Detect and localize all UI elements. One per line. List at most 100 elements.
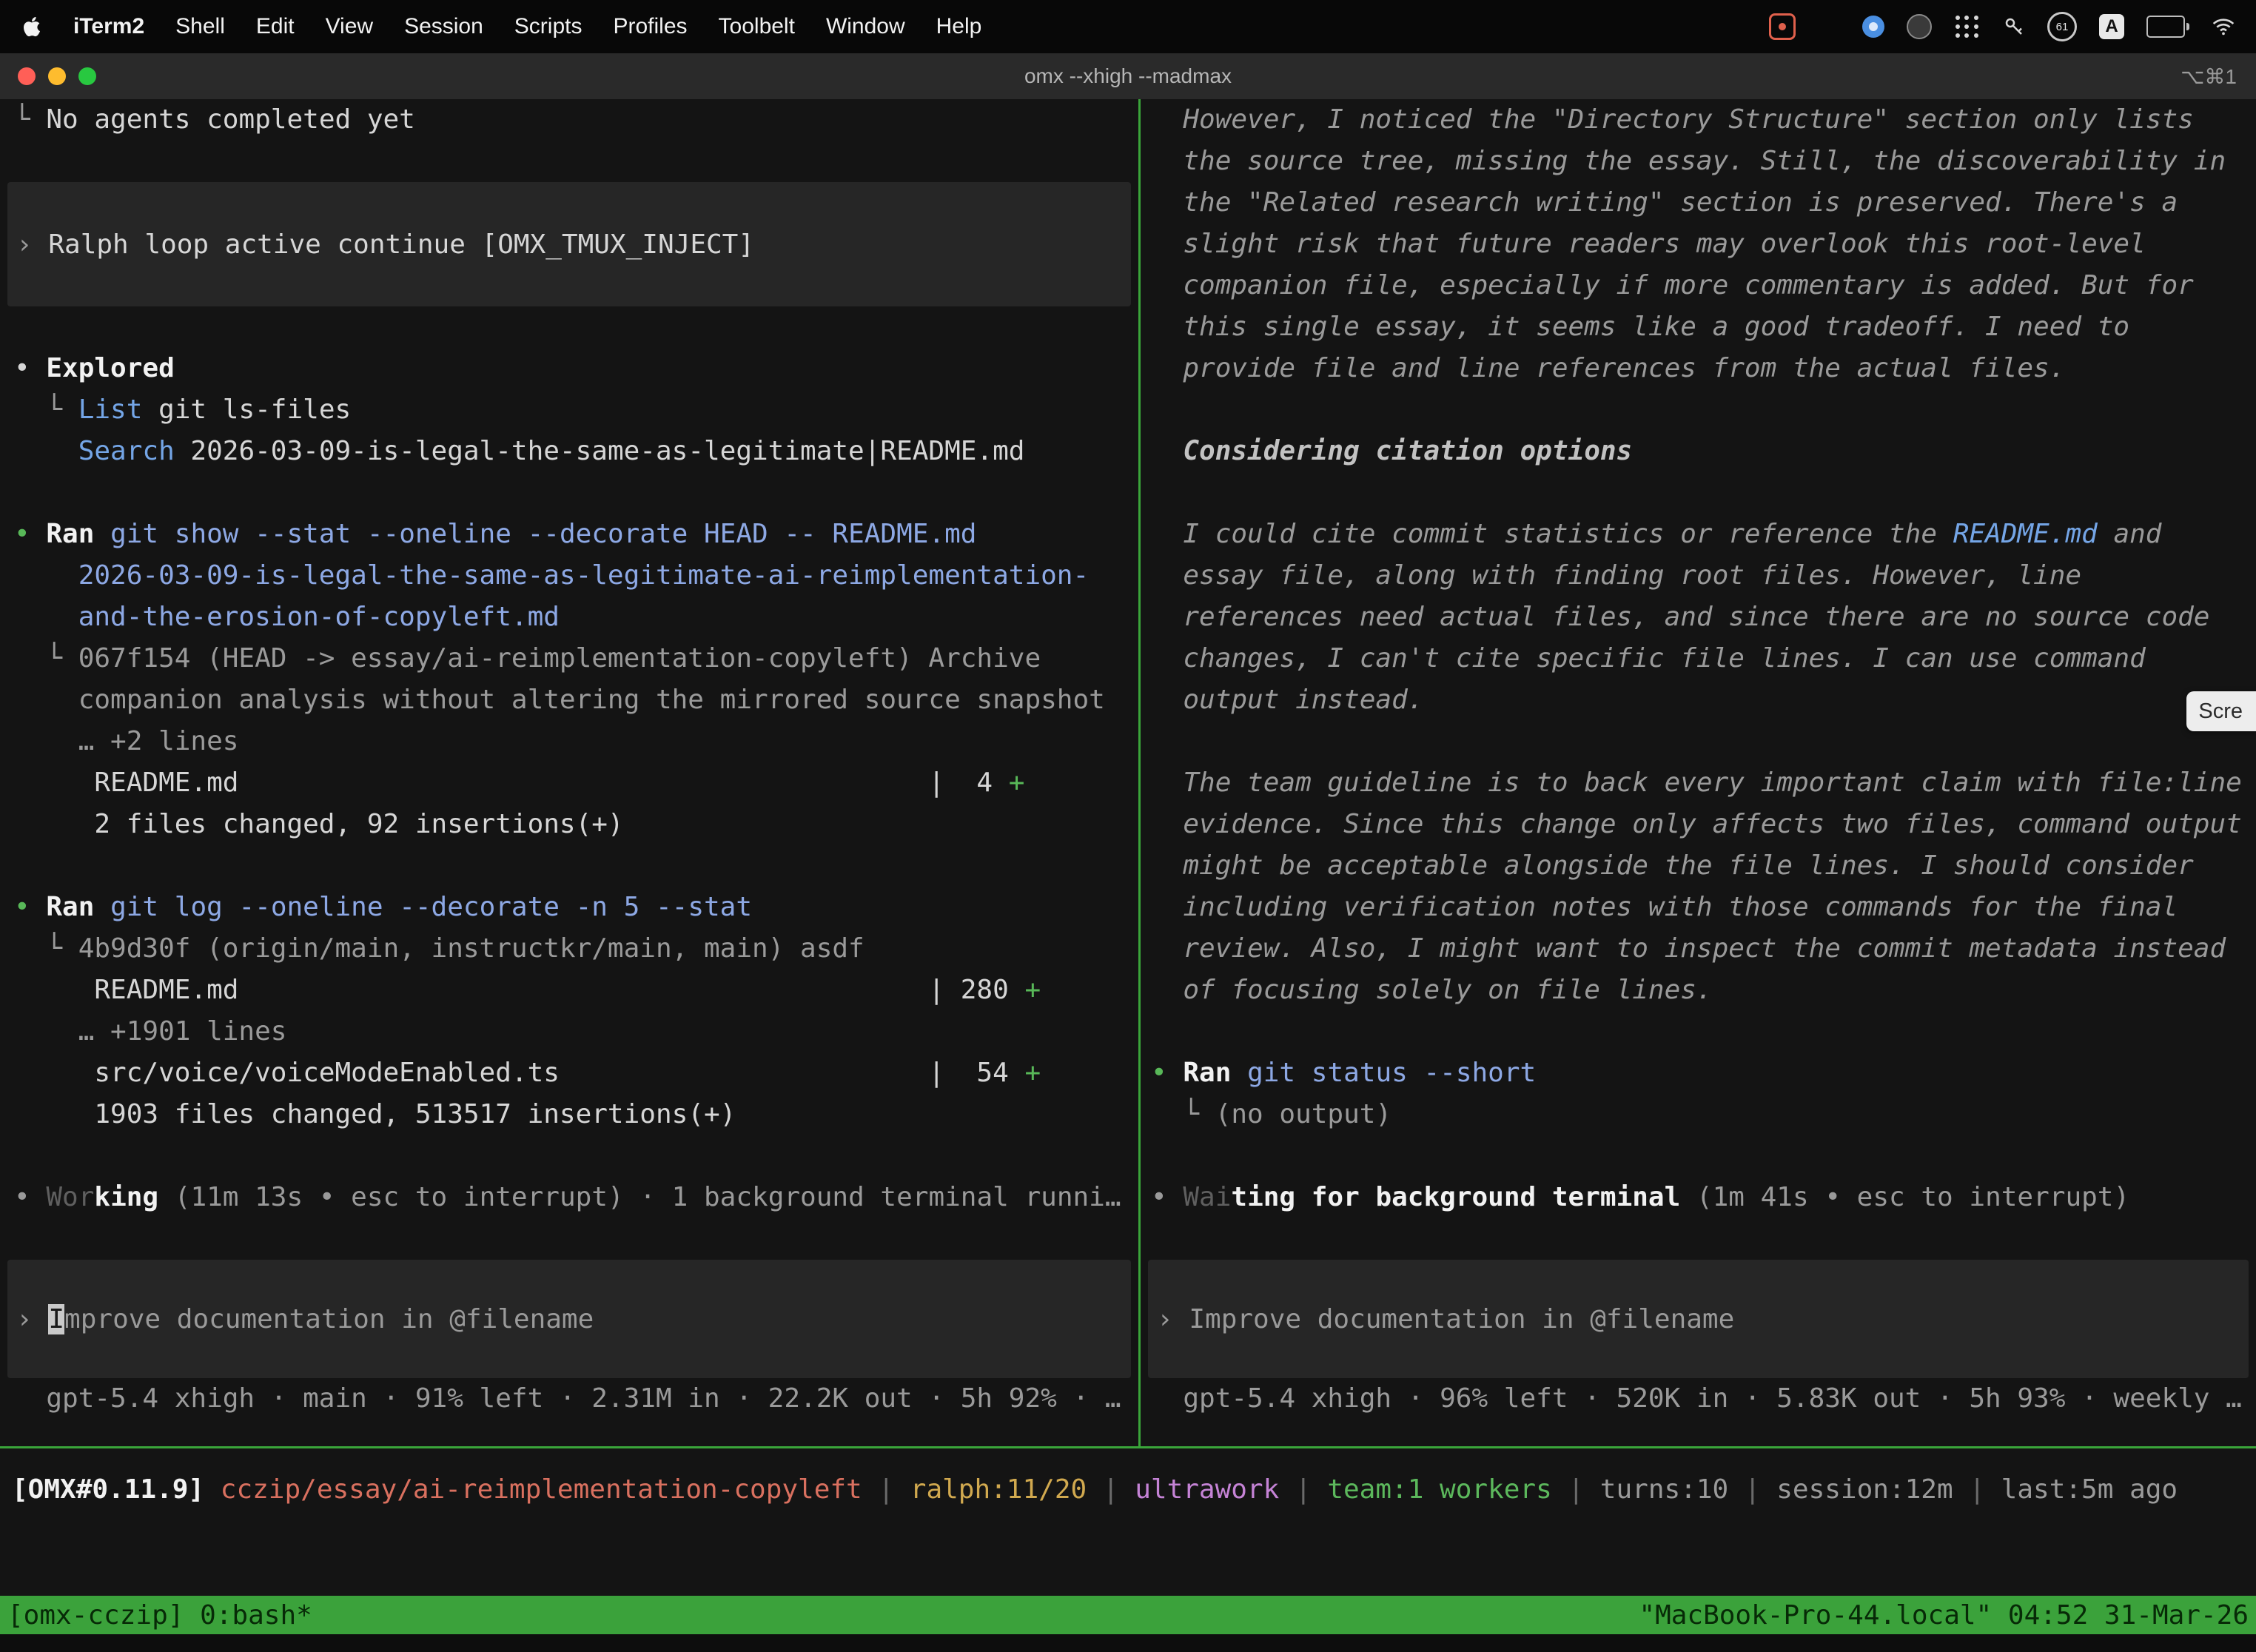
inject-banner: › Ralph loop active continue [OMX_TMUX_I…: [7, 182, 1131, 306]
terminal-line: Search 2026-03-09-is-legal-the-same-as-l…: [0, 431, 1138, 472]
terminal-line: companion file, especially if more comme…: [1141, 265, 2256, 306]
terminal-line: review. Also, I might want to inspect th…: [1141, 928, 2256, 970]
blank-line: [0, 1218, 1138, 1260]
title-bar: omx --xhigh --madmax ⌥⌘1: [0, 53, 2256, 100]
terminal-line: this single essay, it seems like a good …: [1141, 306, 2256, 348]
screen-share-tab[interactable]: Scre: [2186, 691, 2256, 731]
prompt-input[interactable]: › Improve documentation in @filename: [7, 1260, 1131, 1378]
close-button[interactable]: [18, 67, 36, 85]
tmux-session-window[interactable]: [omx-cczip] 0:bash*: [7, 1600, 312, 1631]
menu-window[interactable]: Window: [810, 14, 921, 38]
blank-line: [1141, 1135, 2256, 1177]
screen: iTerm2ShellEditViewSessionScriptsProfile…: [0, 0, 2256, 1652]
blank-line: [1141, 1011, 2256, 1052]
apple-menu-icon[interactable]: [0, 16, 58, 38]
wifi-icon[interactable]: [2212, 17, 2235, 36]
terminal-line: 1903 files changed, 513517 insertions(+): [0, 1094, 1138, 1135]
blank-line: [1141, 472, 2256, 514]
blank-line: [1141, 389, 2256, 431]
tmux-host-clock: "MacBook-Pro-44.local" 04:52 31-Mar-26: [1639, 1600, 2249, 1631]
terminal-line: evidence. Since this change only affects…: [1141, 804, 2256, 845]
terminal-line: README.md | 280 +: [0, 970, 1138, 1011]
terminal-line: • Working (11m 13s • esc to interrupt) ·…: [0, 1177, 1138, 1218]
blank-line: [0, 141, 1138, 182]
terminal-line: including verification notes with those …: [1141, 887, 2256, 928]
omx-status-line: [OMX#0.11.9] cczip/essay/ai-reimplementa…: [0, 1448, 2256, 1511]
terminal-line: companion analysis without altering the …: [0, 679, 1138, 721]
terminal-line: of focusing solely on file lines.: [1141, 970, 2256, 1011]
terminal-line: └ 4b9d30f (origin/main, instructkr/main,…: [0, 928, 1138, 970]
prompt-input[interactable]: › Improve documentation in @filename: [1148, 1260, 2249, 1378]
terminal-line: However, I noticed the "Directory Struct…: [1141, 99, 2256, 141]
terminal-line: └ 067f154 (HEAD -> essay/ai-reimplementa…: [0, 638, 1138, 679]
terminal-line: might be acceptable alongside the file l…: [1141, 845, 2256, 887]
terminal-line: • Explored: [0, 348, 1138, 389]
battery-icon[interactable]: [2146, 16, 2189, 38]
terminal-line: └ List git ls-files: [0, 389, 1138, 431]
gauge-icon[interactable]: 61: [2047, 12, 2077, 41]
left-pane[interactable]: └ No agents completed yet › Ralph loop ac…: [0, 99, 1138, 1446]
blank-line: [0, 845, 1138, 887]
terminal-line: • Ran git log --oneline --decorate -n 5 …: [0, 887, 1138, 928]
terminal-line: The team guideline is to back every impo…: [1141, 762, 2256, 804]
traffic-lights: [18, 67, 96, 85]
menu-items: iTerm2ShellEditViewSessionScriptsProfile…: [58, 14, 997, 39]
menu-toolbelt[interactable]: Toolbelt: [703, 14, 810, 38]
terminal-line: and-the-erosion-of-copyleft.md: [0, 597, 1138, 638]
terminal-line: • Ran git show --stat --oneline --decora…: [0, 514, 1138, 555]
menu-bar: iTerm2ShellEditViewSessionScriptsProfile…: [0, 0, 2256, 53]
dots-grid-icon[interactable]: [1954, 13, 1981, 40]
blank-line: [0, 306, 1138, 348]
terminal-line: 2 files changed, 92 insertions(+): [0, 804, 1138, 845]
dark-app-icon[interactable]: [1907, 14, 1932, 39]
key-icon[interactable]: [2003, 16, 2025, 38]
window-shortcut: ⌥⌘1: [2181, 64, 2237, 89]
terminal-line: provide file and line references from th…: [1141, 348, 2256, 389]
terminal-line: README.md | 4 +: [0, 762, 1138, 804]
terminal-line: Considering citation options: [1141, 431, 2256, 472]
right-pane[interactable]: However, I noticed the "Directory Struct…: [1141, 99, 2256, 1446]
terminal-line: I could cite commit statistics or refere…: [1141, 514, 2256, 555]
tmux-status-bar: [omx-cczip] 0:bash* "MacBook-Pro-44.loca…: [0, 1596, 2256, 1634]
minimize-button[interactable]: [48, 67, 66, 85]
menu-profiles[interactable]: Profiles: [597, 14, 702, 38]
blue-app-icon[interactable]: [1862, 16, 1884, 38]
terminal: └ No agents completed yet › Ralph loop ac…: [0, 99, 2256, 1446]
menubar-status-icons: 61 A: [1769, 12, 2256, 41]
omx-status-pane: [OMX#0.11.9] cczip/essay/ai-reimplementa…: [0, 1448, 2256, 1596]
terminal-line: the "Related research writing" section i…: [1141, 182, 2256, 224]
menu-shell[interactable]: Shell: [160, 14, 241, 38]
terminal-line: … +1901 lines: [0, 1011, 1138, 1052]
screen-recording-indicator-icon[interactable]: [1769, 13, 1796, 40]
menu-edit[interactable]: Edit: [241, 14, 310, 38]
terminal-line: • Waiting for background terminal (1m 41…: [1141, 1177, 2256, 1218]
terminal-line: • Ran git status --short: [1141, 1052, 2256, 1094]
terminal-line: changes, I can't cite specific file line…: [1141, 638, 2256, 679]
terminal-line: 2026-03-09-is-legal-the-same-as-legitima…: [0, 555, 1138, 597]
zoom-button[interactable]: [78, 67, 96, 85]
terminal-line: the source tree, missing the essay. Stil…: [1141, 141, 2256, 182]
terminal-line: src/voice/voiceModeEnabled.ts | 54 +: [0, 1052, 1138, 1094]
blank-line: [0, 472, 1138, 514]
menu-view[interactable]: View: [310, 14, 389, 38]
terminal-line: output instead.: [1141, 679, 2256, 721]
terminal-line: references need actual files, and since …: [1141, 597, 2256, 638]
terminal-line: └ (no output): [1141, 1094, 2256, 1135]
terminal-line: gpt-5.4 xhigh · main · 91% left · 2.31M …: [0, 1378, 1138, 1420]
terminal-line: slight risk that future readers may over…: [1141, 224, 2256, 265]
terminal-line: └ No agents completed yet: [0, 99, 1138, 141]
menu-scripts[interactable]: Scripts: [499, 14, 598, 38]
input-source-icon[interactable]: A: [2099, 14, 2124, 39]
menu-iterm2[interactable]: iTerm2: [58, 14, 160, 38]
blank-line: [1141, 721, 2256, 762]
menu-help[interactable]: Help: [921, 14, 998, 38]
terminal-line: essay file, along with finding root file…: [1141, 555, 2256, 597]
blank-line: [0, 1135, 1138, 1177]
terminal-line: gpt-5.4 xhigh · 96% left · 520K in · 5.8…: [1141, 1378, 2256, 1420]
blank-line: [1141, 1218, 2256, 1260]
grid-app-icon[interactable]: [1818, 16, 1840, 38]
terminal-line: … +2 lines: [0, 721, 1138, 762]
bottom-gap: [0, 1634, 2256, 1652]
menu-session[interactable]: Session: [389, 14, 499, 38]
window-title: omx --xhigh --madmax: [1024, 64, 1232, 88]
